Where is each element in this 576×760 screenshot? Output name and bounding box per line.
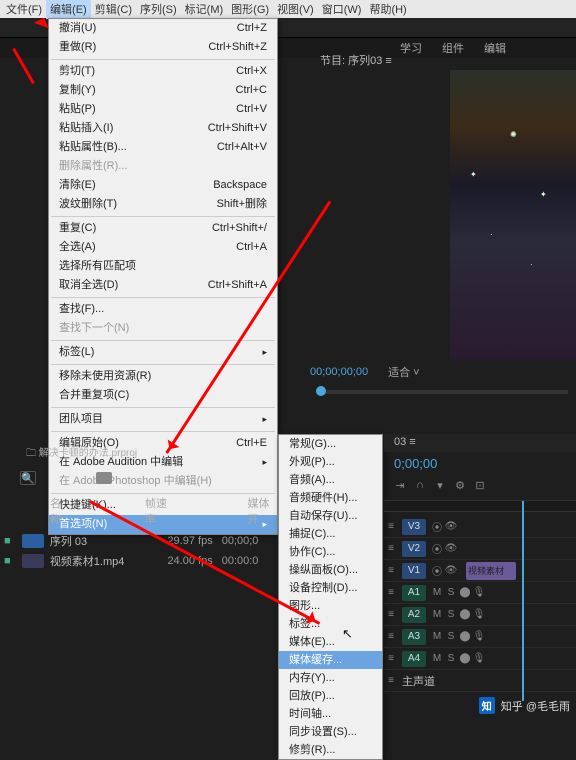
project-panel: 🗀 解决卡顿的办法.prproj 🔍 名称 帧速率 媒体开 ■序列 0329.9… <box>0 438 280 571</box>
submenu-item[interactable]: 同步设置(S)... <box>279 723 382 741</box>
menu-item[interactable]: 选择所有匹配项 <box>49 257 277 276</box>
preferences-submenu[interactable]: 常规(G)...外观(P)...音频(A)...音频硬件(H)...自动保存(U… <box>278 434 383 760</box>
submenu-item[interactable]: 音频(A)... <box>279 471 382 489</box>
submenu-item[interactable]: 外观(P)... <box>279 453 382 471</box>
mouse-cursor-icon: ↖ <box>342 626 353 642</box>
menu-item[interactable]: 合并重复项(C) <box>49 386 277 405</box>
project-row[interactable]: ■视频素材1.mp424.00 fps00:00:0 <box>0 551 280 571</box>
watermark-text: 知乎 @毛毛雨 <box>501 698 570 714</box>
program-controls: 00;00;00;00 适合 ˅ <box>310 364 560 380</box>
tool-wrench-icon[interactable]: ⚙ <box>454 479 466 492</box>
submenu-item[interactable]: 常规(G)... <box>279 435 382 453</box>
submenu-item[interactable]: 媒体缓存... <box>279 651 382 669</box>
tool-cc-icon[interactable]: ⊡ <box>474 479 486 492</box>
col-name[interactable]: 名称 <box>50 495 65 527</box>
menu-item[interactable]: 剪切(T)Ctrl+X <box>49 62 277 81</box>
tab-assembly[interactable]: 组件 <box>442 40 464 56</box>
audio-track[interactable]: ≡A2MS⬤🎙 <box>384 604 576 626</box>
menu-clip[interactable]: 剪辑(C) <box>91 0 136 19</box>
menu-item[interactable]: 重复(C)Ctrl+Shift+/ <box>49 219 277 238</box>
menu-item[interactable]: 删除属性(R)... <box>49 157 277 176</box>
menu-view[interactable]: 视图(V) <box>273 0 318 19</box>
audio-track[interactable]: ≡A4MS⬤🎙 <box>384 648 576 670</box>
submenu-item[interactable]: 回放(P)... <box>279 687 382 705</box>
zhihu-logo-icon: 知 <box>479 697 495 714</box>
watermark: 知 知乎 @毛毛雨 <box>479 697 570 714</box>
menu-item[interactable]: 粘贴插入(I)Ctrl+Shift+V <box>49 119 277 138</box>
timeline-tools: ⇥ ∩ ▾ ⚙ ⊡ <box>384 475 576 496</box>
menu-item[interactable]: 标签(L) <box>49 343 277 362</box>
menu-item[interactable]: 移除未使用资源(R) <box>49 367 277 386</box>
submenu-item[interactable]: 自动保存(U)... <box>279 507 382 525</box>
submenu-item[interactable]: 音频硬件(H)... <box>279 489 382 507</box>
menu-item[interactable]: 清除(E)Backspace <box>49 176 277 195</box>
timeline-timecode[interactable]: 0;00;00 <box>384 452 576 475</box>
col-fps[interactable]: 帧速率 <box>145 495 168 527</box>
menu-graphic[interactable]: 图形(G) <box>227 0 273 19</box>
video-track[interactable]: ≡V1⦿👁视频素材 <box>384 560 576 582</box>
menu-item[interactable]: 团队项目 <box>49 410 277 429</box>
zoom-fit[interactable]: 适合 ˅ <box>388 364 419 380</box>
main-audio-track[interactable]: ≡主声道 <box>384 670 576 692</box>
submenu-item[interactable]: 标签... <box>279 615 382 633</box>
submenu-item[interactable]: 修剪(R)... <box>279 741 382 759</box>
menu-mark[interactable]: 标记(M) <box>181 0 228 19</box>
submenu-item[interactable]: 内存(Y)... <box>279 669 382 687</box>
tab-edit[interactable]: 编辑 <box>484 40 506 56</box>
col-media[interactable]: 媒体开 <box>248 495 271 527</box>
project-search-row: 🔍 <box>0 465 280 491</box>
submenu-item[interactable]: 协作(C)... <box>279 543 382 561</box>
video-track[interactable]: ≡V2⦿👁 <box>384 538 576 560</box>
menu-item[interactable]: 粘贴属性(B)...Ctrl+Alt+V <box>49 138 277 157</box>
project-file-name: 🗀 解决卡顿的办法.prproj <box>0 438 280 465</box>
timeline-title: 03 ≡ <box>384 434 576 452</box>
program-monitor[interactable]: ✦ ✺ ✦ · · <box>450 70 576 360</box>
menu-item[interactable]: 取消全选(D)Ctrl+Shift+A <box>49 276 277 295</box>
menu-item[interactable]: 查找(F)... <box>49 300 277 319</box>
menu-seq[interactable]: 序列(S) <box>136 0 181 19</box>
menu-window[interactable]: 窗口(W) <box>318 0 366 19</box>
program-monitor-title: 节目: 序列03 ≡ <box>320 52 392 68</box>
submenu-item[interactable]: 时间轴... <box>279 705 382 723</box>
video-track[interactable]: ≡V3⦿👁 <box>384 516 576 538</box>
menu-item[interactable]: 重做(R)Ctrl+Shift+Z <box>49 38 277 57</box>
menubar[interactable]: 文件(F) 编辑(E) 剪辑(C) 序列(S) 标记(M) 图形(G) 视图(V… <box>0 0 576 18</box>
search-input[interactable]: 🔍 <box>20 471 36 485</box>
audio-track[interactable]: ≡A1MS⬤🎙 <box>384 582 576 604</box>
project-column-headers: 名称 帧速率 媒体开 <box>0 491 280 531</box>
program-scrubber[interactable] <box>316 390 568 394</box>
menu-help[interactable]: 帮助(H) <box>365 0 410 19</box>
submenu-item[interactable]: 捕捉(C)... <box>279 525 382 543</box>
project-row[interactable]: ■序列 0329.97 fps00;00;0 <box>0 531 280 551</box>
program-timecode[interactable]: 00;00;00;00 <box>310 366 368 378</box>
tool-link-icon[interactable]: ∩ <box>414 479 426 492</box>
menu-item[interactable]: 粘贴(P)Ctrl+V <box>49 100 277 119</box>
menu-item[interactable]: 全选(A)Ctrl+A <box>49 238 277 257</box>
menu-item[interactable]: 复制(Y)Ctrl+C <box>49 81 277 100</box>
menu-item[interactable]: 撤消(U)Ctrl+Z <box>49 19 277 38</box>
timeline-panel: 03 ≡ 0;00;00 ⇥ ∩ ▾ ⚙ ⊡ ≡V3⦿👁≡V2⦿👁≡V1⦿👁视频… <box>384 434 576 700</box>
tool-marker-icon[interactable]: ▾ <box>434 479 446 492</box>
submenu-item[interactable]: 媒体(E)... <box>279 633 382 651</box>
tool-snap-icon[interactable]: ⇥ <box>394 479 406 492</box>
folder-icon[interactable] <box>96 472 112 484</box>
submenu-item[interactable]: 操纵面板(O)... <box>279 561 382 579</box>
tab-learn[interactable]: 学习 <box>400 40 422 56</box>
submenu-item[interactable]: 设备控制(D)... <box>279 579 382 597</box>
timeline-ruler[interactable] <box>384 500 576 512</box>
audio-track[interactable]: ≡A3MS⬤🎙 <box>384 626 576 648</box>
menu-item[interactable]: 波纹删除(T)Shift+删除 <box>49 195 277 214</box>
